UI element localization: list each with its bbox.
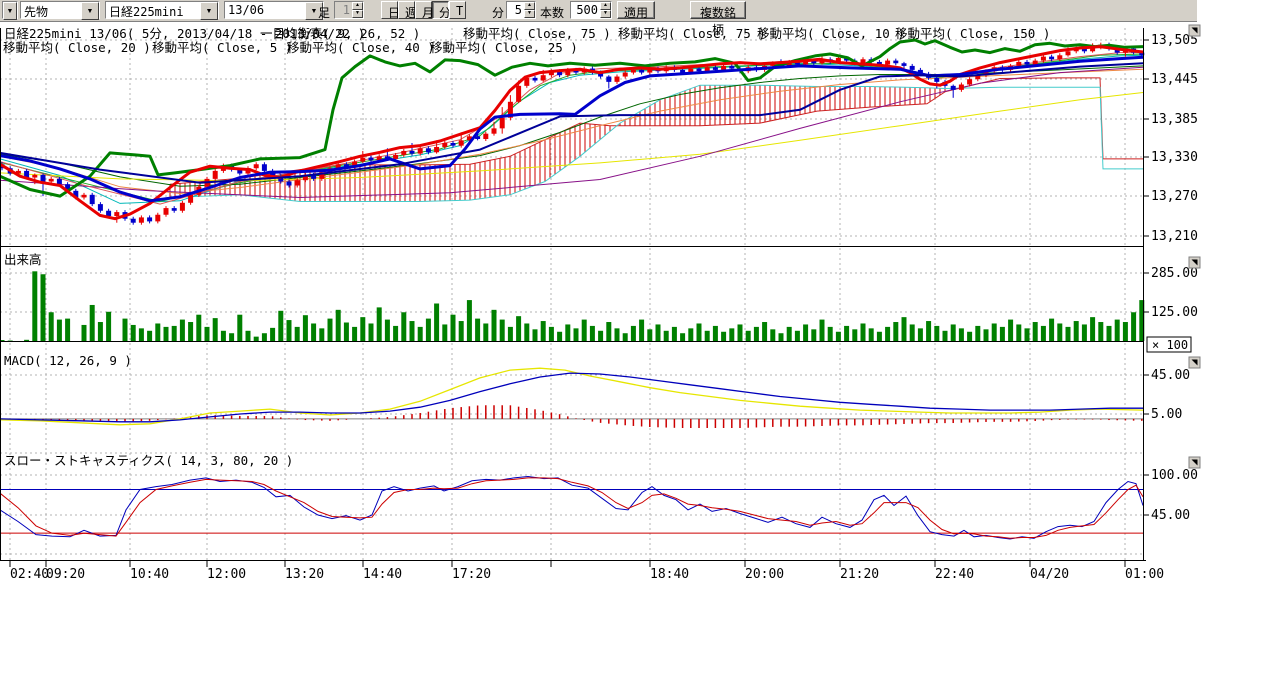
- legend-item: 移動平均( Close, 40 ): [287, 40, 435, 55]
- panel-collapse-button[interactable]: [1189, 25, 1200, 36]
- legend-item: 移動平均( Close, 25 ): [430, 40, 578, 55]
- volume-panel-title: 出来高: [4, 252, 42, 267]
- panel-collapse-button[interactable]: [1189, 357, 1200, 368]
- legend-item: 移動平均( Close, 20 ): [3, 40, 151, 55]
- volume-multiplier-label: × 100: [1152, 338, 1188, 352]
- time-axis-label: 14:40: [363, 567, 402, 582]
- stoch-panel-title: スロー・ストキャスティクス( 14, 3, 80, 20 ): [4, 453, 293, 468]
- ma-10-line: [0, 55, 1143, 203]
- legend-item: 移動平均( Close, 150 ): [895, 26, 1050, 41]
- macd-axis-label: 5.00: [1151, 407, 1182, 422]
- time-axis-label: 17:20: [452, 567, 491, 582]
- legend-item: 移動平均( Close, 5 ): [152, 40, 292, 55]
- ichimoku-cloud: [170, 78, 1143, 202]
- senkou-span-b-line: [170, 85, 1143, 201]
- volume-multiplier-box: × 100: [1147, 337, 1191, 352]
- legend-item: 一目均衡表( 9, 26, 52 ): [260, 26, 420, 41]
- chart-canvas: 13,50513,44513,38513,33013,27013,210285.…: [0, 0, 1280, 688]
- time-axis-label: 21:20: [840, 567, 879, 582]
- time-axis-label: 02:40: [10, 567, 49, 582]
- time-axis-label: 09:20: [46, 567, 85, 582]
- macd-panel-title: MACD( 12, 26, 9 ): [4, 353, 132, 368]
- percent-d-line: [0, 478, 1143, 538]
- price-axis-label: 13,210: [1151, 229, 1198, 244]
- time-axis-label: 20:00: [745, 567, 784, 582]
- stochastics-panel: [0, 477, 1143, 540]
- panel-collapse-button[interactable]: [1189, 457, 1200, 468]
- ichimoku-chikou-line: [0, 40, 1143, 196]
- legend-item: 移動平均( Close, 75 ): [618, 26, 766, 41]
- stoch-axis-label: 45.00: [1151, 508, 1190, 523]
- time-axis-label: 01:00: [1125, 567, 1164, 582]
- legend-item: 移動平均( Close, 75 ): [463, 26, 611, 41]
- time-axis-label: 18:40: [650, 567, 689, 582]
- price-axis-label: 13,270: [1151, 189, 1198, 204]
- volume-axis-label: 125.00: [1151, 305, 1198, 320]
- chart-application-window: ▼ 先物 ▼ 日経225mini ▼ 13/06 ▼ 足 1 ▲▼ 日 週 月 …: [0, 0, 1280, 688]
- time-axis-label: 22:40: [935, 567, 974, 582]
- price-axis-label: 13,330: [1151, 150, 1198, 165]
- legend-item: 移動平均( Close, 10 ): [757, 26, 905, 41]
- time-axis-label: 12:00: [207, 567, 246, 582]
- time-axis-label: 10:40: [130, 567, 169, 582]
- volume-panel: [0, 271, 1144, 341]
- price-axis-label: 13,385: [1151, 112, 1198, 127]
- macd-line: [0, 368, 1143, 425]
- ma-150-line: [0, 67, 1143, 197]
- gridlines: [0, 28, 1143, 560]
- time-axis-label: 04/20: [1030, 567, 1069, 582]
- ma-75-a-line: [0, 93, 1143, 181]
- panel-collapse-button[interactable]: [1189, 257, 1200, 268]
- time-axis-label: 13:20: [285, 567, 324, 582]
- macd-axis-label: 45.00: [1151, 368, 1190, 383]
- stoch-axis-label: 100.00: [1151, 468, 1198, 483]
- price-axis-label: 13,445: [1151, 72, 1198, 87]
- macd-panel: [0, 368, 1143, 428]
